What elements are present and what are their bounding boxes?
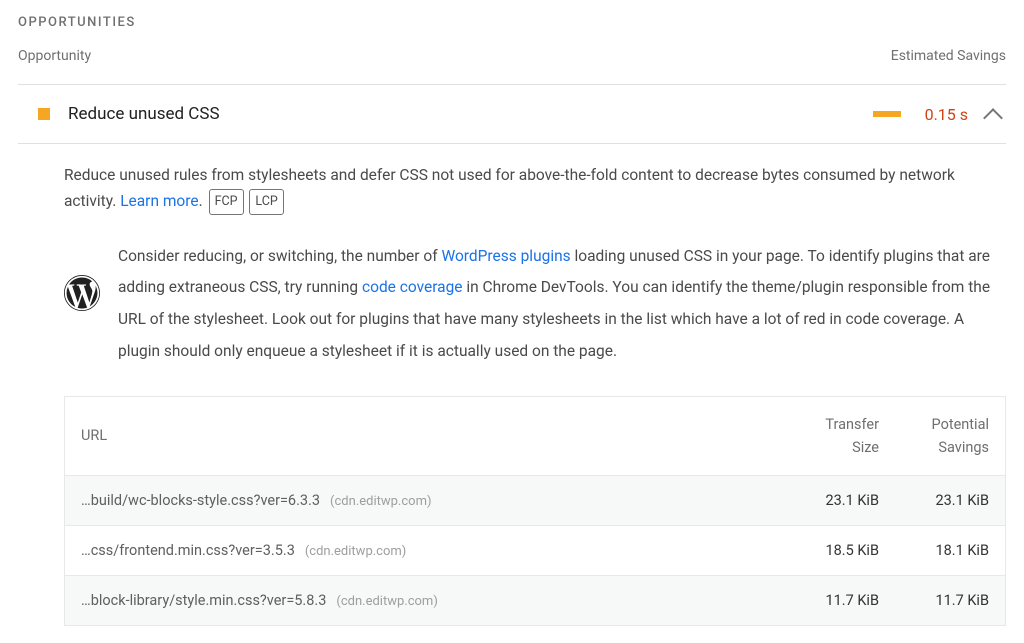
opportunity-description: Reduce unused rules from stylesheets and… <box>64 162 1006 215</box>
table-row: …block-library/style.min.css?ver=5.8.3 (… <box>65 576 1005 626</box>
col-header-transfer-size: TransferSize <box>769 413 879 459</box>
estimated-savings-header-label: Estimated Savings <box>891 48 1006 64</box>
table-header: URL TransferSize PotentialSavings <box>65 397 1005 476</box>
col-url: …block-library/style.min.css?ver=5.8.3 (… <box>81 592 769 609</box>
col-url: …build/wc-blocks-style.css?ver=6.3.3 (cd… <box>81 492 769 509</box>
opportunity-header-row: Opportunity Estimated Savings <box>18 48 1006 85</box>
wp-part1: Consider reducing, or switching, the num… <box>118 247 441 265</box>
score-square-icon <box>38 108 50 120</box>
savings-value: 0.15 s <box>925 105 968 124</box>
code-coverage-link[interactable]: code coverage <box>362 278 463 296</box>
table-row: …css/frontend.min.css?ver=3.5.3 (cdn.edi… <box>65 526 1005 576</box>
url-path: …block-library/style.min.css?ver=5.8.3 <box>81 592 326 609</box>
col-transfer-size: 18.5 KiB <box>769 542 879 559</box>
col-transfer-size: 23.1 KiB <box>769 492 879 509</box>
table-row: …build/wc-blocks-style.css?ver=6.3.3 (cd… <box>65 476 1005 526</box>
col-potential-savings: 18.1 KiB <box>879 542 989 559</box>
col-header-potential-savings: PotentialSavings <box>879 413 989 459</box>
url-path: …css/frontend.min.css?ver=3.5.3 <box>81 542 295 559</box>
col-url: …css/frontend.min.css?ver=3.5.3 (cdn.edi… <box>81 542 769 559</box>
url-path: …build/wc-blocks-style.css?ver=6.3.3 <box>81 492 320 509</box>
wordpress-icon <box>64 275 100 315</box>
wordpress-note-text: Consider reducing, or switching, the num… <box>118 241 1006 368</box>
opportunity-details: Reduce unused rules from stylesheets and… <box>18 144 1006 626</box>
opportunity-title: Reduce unused CSS <box>68 104 873 124</box>
learn-more-link[interactable]: Learn more <box>120 192 198 210</box>
savings-bar-icon <box>873 111 901 117</box>
url-host: (cdn.editwp.com) <box>305 544 406 559</box>
fcp-badge: FCP <box>209 189 244 214</box>
chevron-up-icon[interactable] <box>983 108 1003 128</box>
col-potential-savings: 23.1 KiB <box>879 492 989 509</box>
col-potential-savings: 11.7 KiB <box>879 592 989 609</box>
section-title: OPPORTUNITIES <box>18 15 1006 30</box>
opportunity-header-label: Opportunity <box>18 48 91 64</box>
url-host: (cdn.editwp.com) <box>330 494 431 509</box>
col-transfer-size: 11.7 KiB <box>769 592 879 609</box>
wordpress-note-row: Consider reducing, or switching, the num… <box>64 241 1006 368</box>
col-header-url: URL <box>81 427 769 444</box>
desc-period: . <box>199 192 203 210</box>
lcp-badge: LCP <box>249 189 283 214</box>
css-files-table: URL TransferSize PotentialSavings …build… <box>64 396 1006 626</box>
url-host: (cdn.editwp.com) <box>336 594 437 609</box>
wordpress-plugins-link[interactable]: WordPress plugins <box>441 247 570 265</box>
opportunity-row-reduce-unused-css[interactable]: Reduce unused CSS 0.15 s <box>18 85 1006 144</box>
